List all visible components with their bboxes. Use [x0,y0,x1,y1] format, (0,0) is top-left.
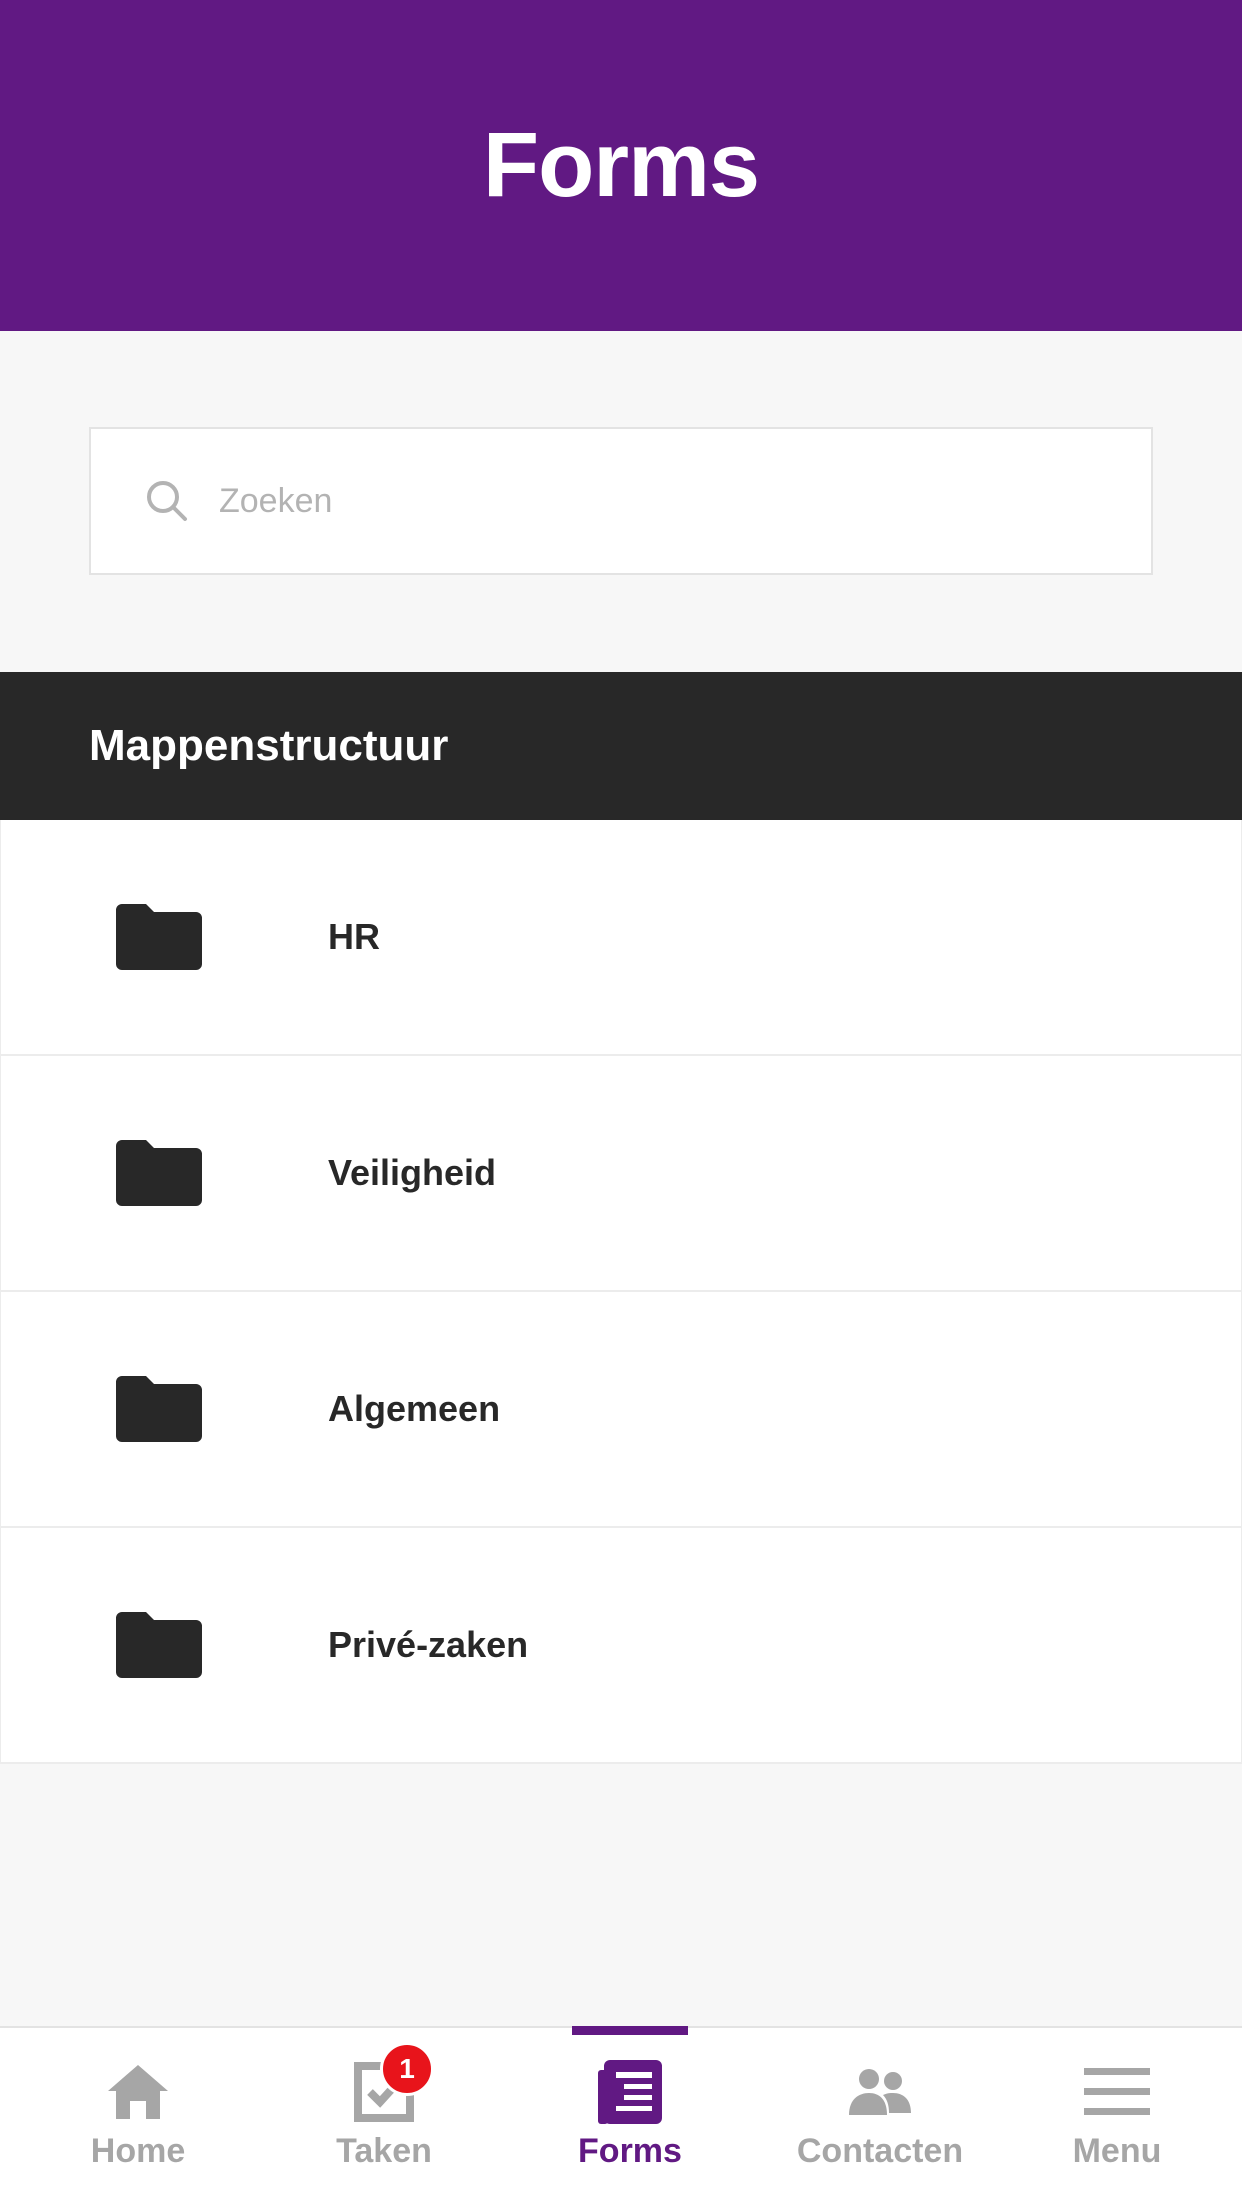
folder-label: Privé-zaken [328,1624,529,1665]
folder-label: HR [328,916,380,957]
tab-forms[interactable]: Forms [492,2026,768,2208]
folder-icon [116,1140,202,1206]
folder-icon [116,1376,202,1442]
app-screen: Forms Mappenstructuur HR Veiligheid [0,0,1242,2208]
folder-list: HR Veiligheid Algemeen Privé-zaken [0,820,1242,1764]
home-icon [106,2060,170,2124]
active-tab-indicator [572,2026,688,2035]
page-title: Forms [482,114,760,216]
folder-label: Veiligheid [328,1152,497,1193]
folder-item-algemeen[interactable]: Algemeen [0,1292,1242,1528]
contacts-icon [847,2060,913,2124]
menu-icon [1084,2060,1150,2124]
tab-label: Home [90,2132,186,2170]
folder-item-prive-zaken[interactable]: Privé-zaken [0,1528,1242,1764]
tab-label: Taken [336,2132,432,2170]
forms-icon [598,2060,662,2124]
tab-home[interactable]: Home [0,2028,276,2208]
tab-label: Contacten [796,2132,964,2170]
section-header: Mappenstructuur [0,672,1242,820]
tab-label: Forms [578,2132,682,2170]
folder-label: Algemeen [328,1388,501,1429]
folder-icon [116,1612,202,1678]
tab-taken[interactable]: 1 Taken [276,2028,492,2208]
folder-icon [116,904,202,970]
search-input[interactable] [219,429,1151,573]
app-header: Forms [0,0,1242,331]
search-icon [145,479,189,523]
section-title: Mappenstructuur [89,721,449,770]
tab-label: Menu [1072,2132,1162,2170]
folder-item-hr[interactable]: HR [0,820,1242,1056]
bottom-tab-bar: Home 1 Taken Forms Contacten Menu [0,2026,1242,2208]
notification-badge: 1 [380,2042,434,2096]
tab-menu[interactable]: Menu [992,2028,1242,2208]
tab-contacten[interactable]: Contacten [768,2028,992,2208]
tasks-icon: 1 [354,2042,434,2124]
search-box[interactable] [89,427,1153,575]
folder-item-veiligheid[interactable]: Veiligheid [0,1056,1242,1292]
